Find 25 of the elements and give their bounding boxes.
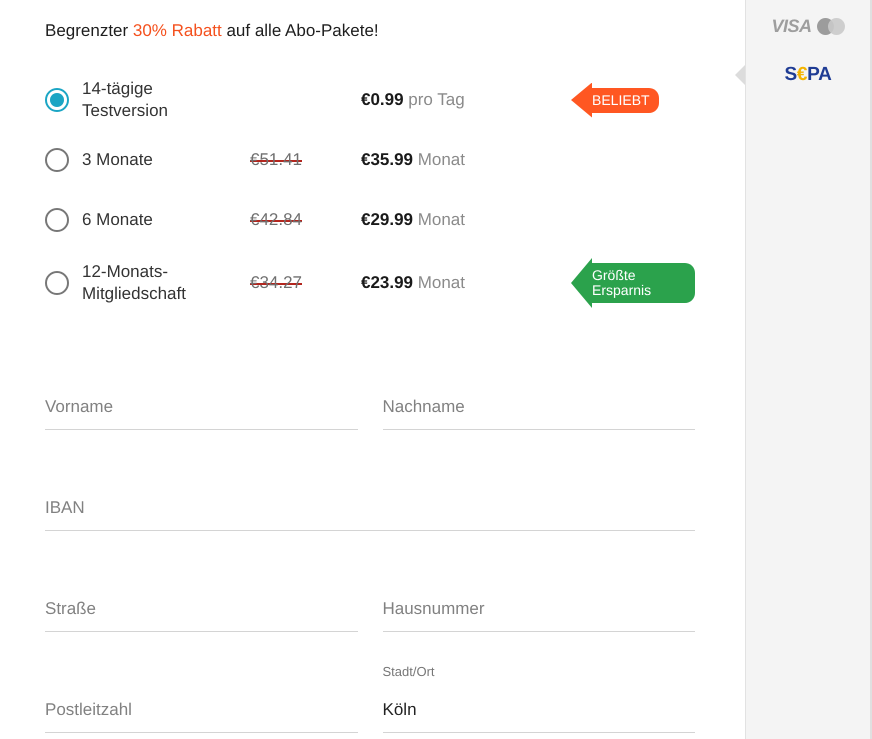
input-field[interactable]: Vorname bbox=[45, 360, 358, 430]
plan-price: €23.99 Monat bbox=[361, 273, 465, 293]
input-field[interactable]: Köln bbox=[382, 681, 695, 733]
plan-name: 12-Monats-Mitgliedschaft bbox=[82, 261, 187, 305]
radio-button[interactable] bbox=[45, 88, 69, 112]
plan-tag: Größte Ersparnis bbox=[571, 258, 695, 308]
field-label: Stadt/Ort bbox=[382, 663, 435, 681]
promo-headline: Begrenzter 30% Rabatt auf alle Abo-Pakete! bbox=[45, 21, 379, 41]
plan-tag: BELIEBT bbox=[571, 82, 659, 118]
plan-name: 6 Monate bbox=[82, 209, 153, 231]
radio-button[interactable] bbox=[45, 271, 69, 295]
radio-button[interactable] bbox=[45, 208, 69, 232]
plan-price: €35.99 Monat bbox=[361, 150, 465, 170]
plan-name: 3 Monate bbox=[82, 149, 153, 171]
input-field[interactable]: IBAN bbox=[45, 461, 695, 531]
plan-price: €29.99 Monat bbox=[361, 210, 465, 230]
input-field[interactable]: Hausnummer bbox=[382, 562, 695, 632]
input-field[interactable]: Nachname bbox=[382, 360, 695, 430]
overlapping-circles-icon bbox=[816, 18, 844, 34]
input-field[interactable]: Postleitzahl bbox=[45, 663, 358, 733]
input-field[interactable]: Straße bbox=[45, 562, 358, 632]
plan-name: 14-tägige Testversion bbox=[82, 78, 169, 122]
sepa-payment-tab[interactable]: S€PA bbox=[784, 63, 832, 87]
plan-price: €0.99 pro Tag bbox=[361, 90, 465, 110]
radio-button[interactable] bbox=[45, 148, 69, 172]
